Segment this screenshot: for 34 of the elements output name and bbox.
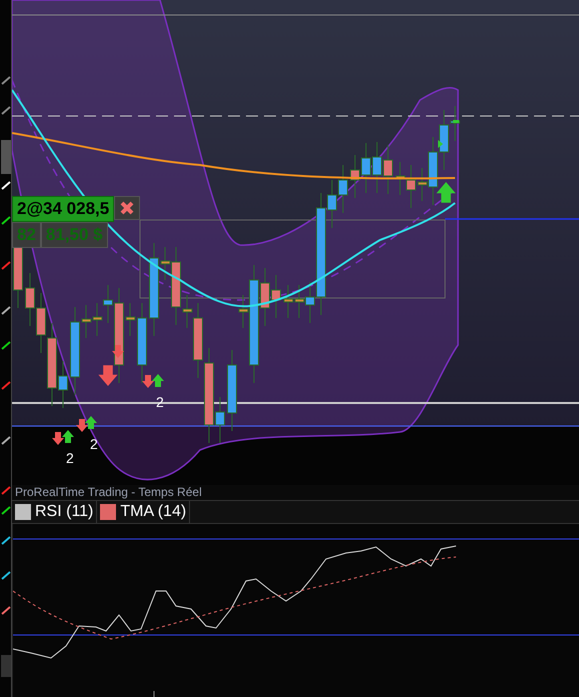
legend-label[interactable]: RSI (11) [35,503,94,521]
close-order-button[interactable] [114,196,140,220]
candlestick [372,142,382,194]
close-icon [120,201,134,215]
marker-icon [438,140,443,148]
candlestick [36,292,46,354]
candlestick [284,284,294,318]
marker-icon [453,120,459,123]
down-arrow-icon [52,432,64,445]
up-arrow-icon [152,374,164,387]
signal-count: 2 [90,436,98,452]
down-arrow-icon [112,345,124,358]
candlestick [361,142,371,194]
up-arrow-icon [85,416,97,429]
candlestick [350,154,360,198]
candlestick [396,162,406,196]
candlestick [126,302,136,336]
panel-title: ProRealTime Trading - Temps Réel [12,485,579,500]
up-arrow-icon [62,430,74,443]
candlestick [271,274,281,318]
candlestick [338,164,348,214]
up-arrow-icon [436,182,456,203]
candlestick [383,144,393,194]
candlestick [82,304,92,338]
down-arrow-icon [76,419,88,432]
order-label[interactable]: 2@34 028,5 [12,196,114,222]
candlestick [406,164,416,208]
down-arrow-icon [142,375,154,388]
candlestick [294,284,304,318]
signal-count: 2 [66,450,74,466]
legend-label[interactable]: TMA (14) [120,503,186,521]
candlestick [25,272,35,326]
down-arrow-icon [98,365,118,386]
candlestick [92,302,102,336]
